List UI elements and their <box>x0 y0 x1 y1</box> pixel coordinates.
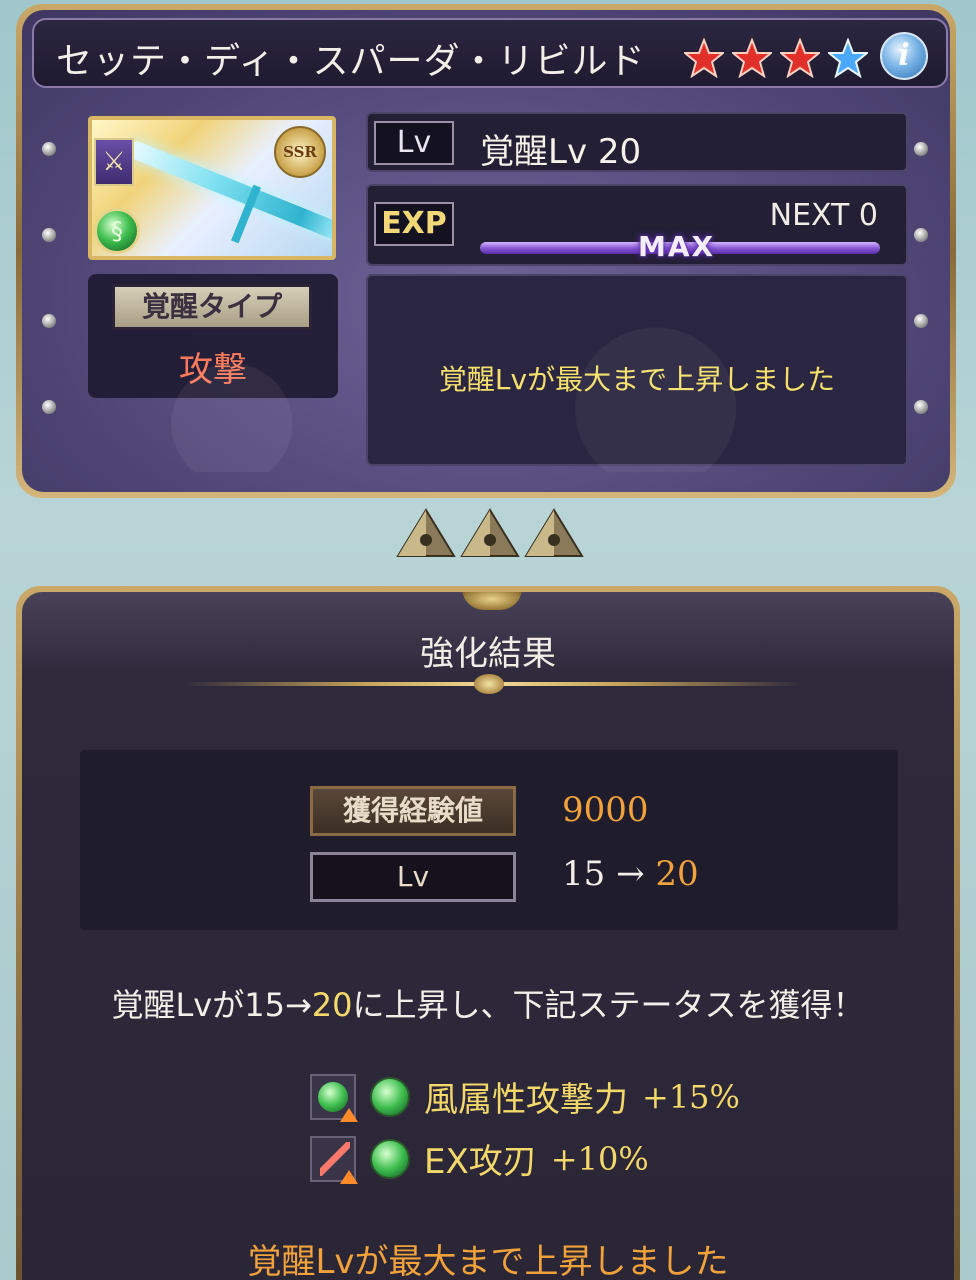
awaken-message-panel: 覚醒Lvが最大まで上昇しました <box>366 274 908 466</box>
rivet-icon <box>914 228 928 242</box>
result-stats: 獲得経験値 9000 Lv 15 → 20 <box>80 750 898 930</box>
gain-message: 覚醒Lvが15→20に上昇し、下記ステータスを獲得！ <box>22 980 954 1026</box>
level-to: 20 <box>655 854 699 894</box>
skill-row: EX攻刃 +10% <box>310 1134 649 1184</box>
level-from: 15 → <box>562 854 645 894</box>
sword-icon: ⚔ <box>94 138 134 186</box>
level-tag: Lv <box>374 121 454 165</box>
info-button[interactable]: i <box>880 32 928 80</box>
ornament-icon <box>462 592 522 610</box>
awaken-max-message: 覚醒Lvが最大まで上昇しました <box>438 363 836 396</box>
result-panel: 強化結果 獲得経験値 9000 Lv 15 → 20 覚醒Lvが15→20に上昇… <box>16 586 960 1280</box>
level-change-label: Lv <box>310 852 516 902</box>
star-icon <box>778 37 822 79</box>
pyramid-icon <box>460 508 520 557</box>
rarity-stars <box>682 37 870 79</box>
arrow-up-icon <box>340 1107 358 1122</box>
wind-icon <box>370 1076 410 1117</box>
result-title: 強化結果 <box>420 634 556 674</box>
ssr-badge: SSR <box>274 126 326 178</box>
skill-value: +15% <box>642 1077 740 1116</box>
skill-row: 風属性攻撃力 +15% <box>310 1072 740 1122</box>
ex-blade-up-icon <box>310 1135 358 1184</box>
star-icon <box>730 37 774 79</box>
rivet-icon <box>42 314 56 328</box>
level-change-value: 15 → 20 <box>562 854 699 894</box>
pyramid-icon <box>524 508 584 557</box>
result-panel-inner: 強化結果 獲得経験値 9000 Lv 15 → 20 覚醒Lvが15→20に上昇… <box>22 592 954 1280</box>
weapon-card-inner: セッテ・ディ・スパーダ・リビルド i ⚔ § SSR 覚醒タイプ 攻撃 Lv 覚… <box>22 10 950 492</box>
star-icon <box>682 37 726 79</box>
weapon-image[interactable]: ⚔ § SSR <box>88 116 336 260</box>
awaken-type-panel: 覚醒タイプ 攻撃 <box>88 274 338 398</box>
gain-prefix: 覚醒Lvが15→ <box>111 986 312 1024</box>
weapon-card: セッテ・ディ・スパーダ・リビルド i ⚔ § SSR 覚醒タイプ 攻撃 Lv 覚… <box>16 4 956 498</box>
weapon-title-bar: セッテ・ディ・スパーダ・リビルド i <box>32 18 948 88</box>
exp-gained-value: 9000 <box>562 790 649 830</box>
rivet-icon <box>914 142 928 156</box>
skill-name: EX攻刃 <box>424 1142 537 1182</box>
rivet-icon <box>42 228 56 242</box>
wind-icon <box>370 1138 410 1179</box>
skill-value: +10% <box>550 1139 649 1178</box>
wind-icon: § <box>94 208 140 254</box>
level-row: Lv 覚醒Lv 20 <box>366 112 908 172</box>
exp-tag: EXP <box>374 202 454 246</box>
exp-row: EXP NEXT 0 MAX <box>366 184 908 266</box>
rivet-icon <box>914 400 928 414</box>
pyramid-icon <box>396 508 456 557</box>
next-exp-text: NEXT 0 <box>769 198 878 233</box>
step-indicator <box>396 508 584 560</box>
gain-highlight: 20 <box>311 986 353 1024</box>
awaken-type-value: 攻撃 <box>179 350 247 390</box>
arrow-up-icon <box>340 1169 358 1184</box>
divider-gem-icon <box>474 674 504 694</box>
awaken-type-label: 覚醒タイプ <box>112 284 312 330</box>
skill-name: 風属性攻撃力 <box>424 1080 628 1120</box>
weapon-name: セッテ・ディ・スパーダ・リビルド <box>56 41 646 82</box>
gain-suffix: に上昇し、下記ステータスを獲得！ <box>352 986 865 1024</box>
rivet-icon <box>914 314 928 328</box>
wind-attack-up-icon <box>310 1073 358 1122</box>
rivet-icon <box>42 400 56 414</box>
rivet-icon <box>42 142 56 156</box>
star-partial-icon <box>826 37 870 79</box>
footer-message: 覚醒Lvが最大まで上昇しました <box>247 1242 729 1280</box>
exp-gained-label: 獲得経験値 <box>310 786 516 836</box>
level-text: 覚醒Lv 20 <box>480 132 642 172</box>
exp-max-label: MAX <box>638 230 716 263</box>
